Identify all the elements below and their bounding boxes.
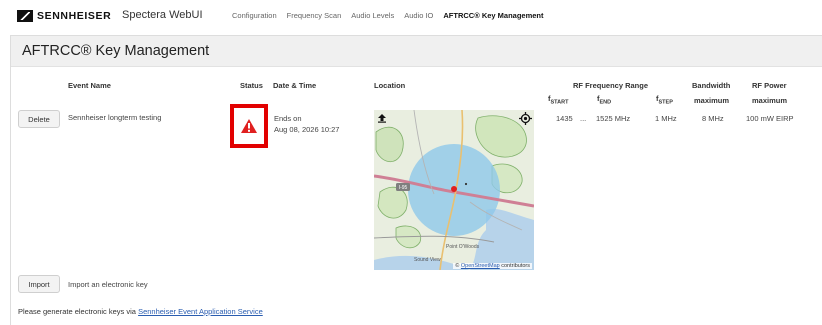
upload-icon[interactable] bbox=[377, 113, 387, 123]
app-title: Spectera WebUI bbox=[122, 9, 203, 21]
delete-button[interactable]: Delete bbox=[18, 110, 60, 128]
brand-logo[interactable]: SENNHEISER bbox=[17, 10, 111, 22]
header-location: Location bbox=[374, 81, 406, 90]
nav-configuration[interactable]: Configuration bbox=[232, 11, 277, 20]
nav-audio-levels[interactable]: Audio Levels bbox=[351, 11, 394, 20]
map-canvas: I-95 Point O'Woods Sound View bbox=[374, 110, 534, 270]
ends-on-datetime: Aug 08, 2026 10:27 bbox=[274, 125, 340, 134]
locate-icon[interactable] bbox=[519, 112, 532, 125]
header-event-name: Event Name bbox=[68, 81, 111, 90]
main-nav: Configuration Frequency Scan Audio Level… bbox=[232, 11, 554, 20]
event-application-service-link[interactable]: Sennheiser Event Application Service bbox=[138, 307, 263, 316]
range-separator: ... bbox=[580, 114, 587, 123]
event-name: Sennheiser longterm testing bbox=[68, 113, 162, 122]
header-f-step: fSTEP bbox=[656, 94, 673, 106]
header-rf-power: RF Power bbox=[752, 81, 787, 90]
map-label-town: Sound View bbox=[414, 257, 441, 263]
header-rf-power-maximum: maximum bbox=[752, 96, 788, 105]
import-button[interactable]: Import bbox=[18, 275, 60, 293]
page-title: AFTRCC® Key Management bbox=[22, 43, 210, 59]
header-f-end: fEND bbox=[597, 94, 612, 106]
header-bandwidth-maximum: maximum bbox=[694, 96, 730, 105]
header-rf-range: RF Frequency Range bbox=[573, 81, 649, 90]
nav-frequency-scan[interactable]: Frequency Scan bbox=[287, 11, 342, 20]
header-status: Status bbox=[240, 81, 263, 90]
location-map[interactable]: I-95 Point O'Woods Sound View © OpenStre… bbox=[374, 110, 534, 270]
map-label-place: Point O'Woods bbox=[446, 244, 480, 250]
ends-on-label: Ends on bbox=[274, 114, 302, 123]
header-bandwidth: Bandwidth bbox=[692, 81, 731, 90]
footer-note: Please generate electronic keys via Senn… bbox=[18, 307, 263, 316]
rf-power-value: 100 mW EIRP bbox=[746, 114, 794, 123]
top-navigation: SENNHEISER Spectera WebUI Configuration … bbox=[0, 0, 822, 32]
f-end-value: 1525 MHz bbox=[596, 114, 631, 123]
f-start-value: 1435 bbox=[556, 114, 573, 123]
warning-icon bbox=[241, 119, 257, 133]
sennheiser-logo-icon bbox=[17, 10, 33, 22]
header-date-time: Date & Time bbox=[273, 81, 317, 90]
brand-name: SENNHEISER bbox=[37, 10, 112, 22]
map-road-shield: I-95 bbox=[399, 185, 408, 191]
f-step-value: 1 MHz bbox=[655, 114, 677, 123]
header-f-start: fSTART bbox=[548, 94, 569, 106]
openstreetmap-link[interactable]: OpenStreetMap bbox=[461, 263, 500, 269]
bandwidth-value: 8 MHz bbox=[702, 114, 724, 123]
nav-aftrcc-key-management[interactable]: AFTRCC® Key Management bbox=[443, 11, 543, 20]
status-highlight[interactable] bbox=[230, 104, 268, 148]
import-description: Import an electronic key bbox=[68, 280, 148, 289]
nav-audio-io[interactable]: Audio IO bbox=[404, 11, 433, 20]
card-header: AFTRCC® Key Management bbox=[11, 36, 822, 67]
map-attribution: © OpenStreetMap contributors bbox=[453, 263, 532, 269]
